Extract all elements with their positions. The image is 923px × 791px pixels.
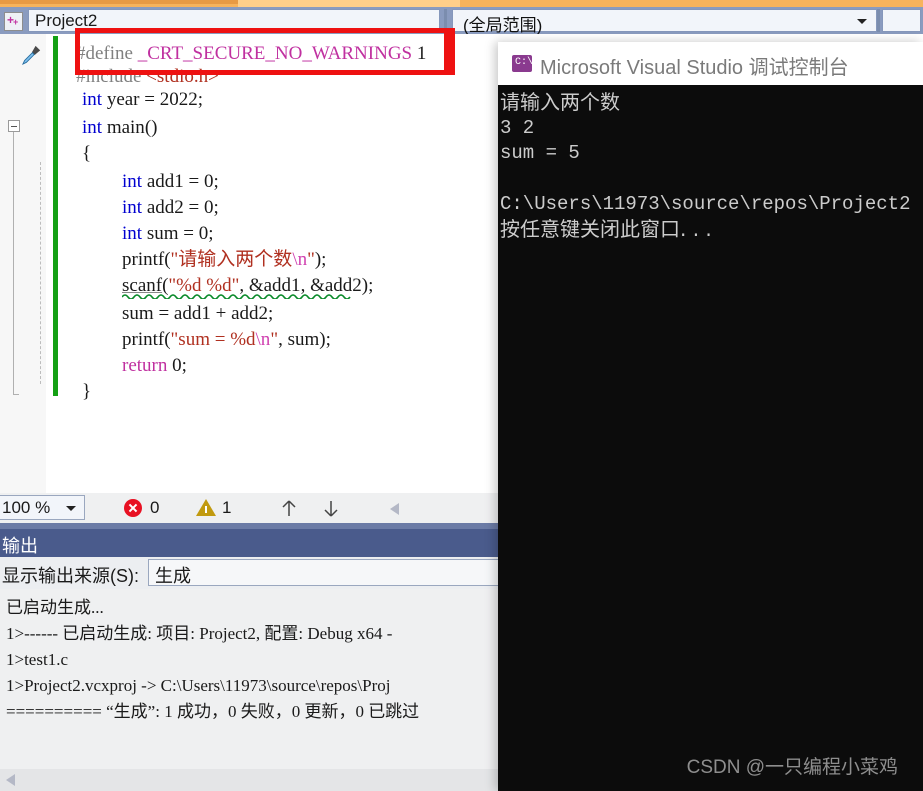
region-connector-foot — [13, 394, 19, 395]
zoom-level-combo[interactable]: 100 % — [0, 495, 85, 520]
code-line-5: { — [82, 143, 92, 164]
code-line-6: int add1 = 0; — [122, 171, 219, 192]
scroll-left-triangle-icon[interactable] — [390, 503, 399, 515]
unsaved-changes-indicator — [53, 36, 58, 396]
navigation-bar: + + Project2 (全局范围) — [0, 7, 923, 35]
zoom-level-label: 100 % — [2, 498, 51, 517]
console-line-6: 按任意键关闭此窗口. . . — [500, 217, 712, 241]
code-line-11: sum = add1 + add2; — [122, 303, 274, 324]
code-line-14: } — [82, 381, 92, 402]
debug-console-window[interactable]: C:\ Microsoft Visual Studio 调试控制台 请输入两个数… — [498, 42, 923, 791]
warning-icon-exclamation — [205, 506, 207, 513]
code-line-2: #include <stdio.h> — [76, 66, 219, 87]
code-line-8: int sum = 0; — [122, 223, 214, 244]
region-connector-line — [13, 132, 14, 394]
code-line-7: int add2 = 0; — [122, 197, 219, 218]
output-line-2: 1>------ 已启动生成: 项目: Project2, 配置: Debug … — [6, 624, 393, 643]
console-line-1: 请输入两个数 — [500, 90, 620, 114]
chevron-down-icon[interactable] — [66, 506, 76, 511]
output-source-label: 显示输出来源(S): — [2, 566, 139, 586]
error-count-label: 0 — [150, 498, 160, 517]
indent-guide — [40, 162, 42, 384]
code-line-4: int main() — [82, 117, 158, 138]
plus-glyph-secondary: + — [13, 17, 19, 27]
warning-count-label: 1 — [222, 498, 232, 517]
scope-selector-label: (全局范围) — [463, 16, 543, 35]
code-line-9: printf("请输入两个数\n"); — [122, 249, 327, 270]
console-app-icon: C:\ — [512, 55, 534, 72]
scanf-warning-squiggle — [122, 294, 351, 299]
output-source-value: 生成 — [155, 566, 191, 586]
cpp-project-icon: + + — [4, 12, 23, 31]
scope-selector-combo[interactable]: (全局范围) — [452, 9, 877, 35]
csdn-watermark: CSDN @一只编程小菜鸡 — [686, 757, 898, 778]
output-line-1: 已启动生成... — [6, 598, 104, 617]
console-window-title: Microsoft Visual Studio 调试控制台 — [540, 57, 849, 79]
project-selector-label: Project2 — [35, 11, 98, 30]
output-panel-title: 输出 — [2, 536, 38, 556]
quick-actions-screwdriver-icon[interactable] — [20, 44, 42, 66]
member-selector-combo[interactable] — [882, 9, 921, 32]
project-selector-combo[interactable]: Project2 — [28, 9, 440, 32]
output-line-4: 1>Project2.vcxproj -> C:\Users\11973\sou… — [6, 676, 391, 695]
active-document-tab[interactable] — [238, 0, 460, 7]
tab-strip-left-segment — [0, 0, 238, 4]
console-line-5: C:\Users\11973\source\repos\Project2 — [500, 193, 911, 215]
console-line-3: sum = 5 — [500, 142, 580, 164]
chevron-down-icon[interactable] — [857, 19, 867, 24]
screenshot-root: + + Project2 (全局范围) #define _CRT_SECURE_… — [0, 0, 923, 791]
annotation-red-bar — [444, 28, 455, 75]
collapse-region-toggle[interactable] — [8, 120, 20, 132]
navbar-divider-right — [877, 9, 880, 32]
code-line-13: return 0; — [122, 355, 187, 376]
code-line-1: #define _CRT_SECURE_NO_WARNINGS 1 — [76, 43, 427, 64]
code-line-3: int year = 2022; — [82, 89, 204, 110]
console-screen[interactable]: 请输入两个数 3 2 sum = 5 C:\Users\11973\source… — [498, 85, 923, 791]
console-icon-prompt-glyph: C:\ — [515, 57, 534, 68]
output-line-3: 1>test1.c — [6, 650, 68, 669]
previous-issue-arrow-up-icon[interactable] — [278, 497, 300, 519]
output-line-5: ========== “生成”: 1 成功，0 失败，0 更新，0 已跳过 — [6, 702, 420, 721]
error-icon — [124, 499, 142, 517]
scroll-left-arrow-icon[interactable] — [6, 774, 15, 786]
console-title-bar[interactable]: C:\ Microsoft Visual Studio 调试控制台 — [498, 42, 923, 86]
document-tab-strip[interactable] — [0, 0, 923, 7]
console-line-2: 3 2 — [500, 117, 535, 139]
next-issue-arrow-down-icon[interactable] — [320, 497, 342, 519]
code-line-12: printf("sum = %d\n", sum); — [122, 329, 331, 350]
